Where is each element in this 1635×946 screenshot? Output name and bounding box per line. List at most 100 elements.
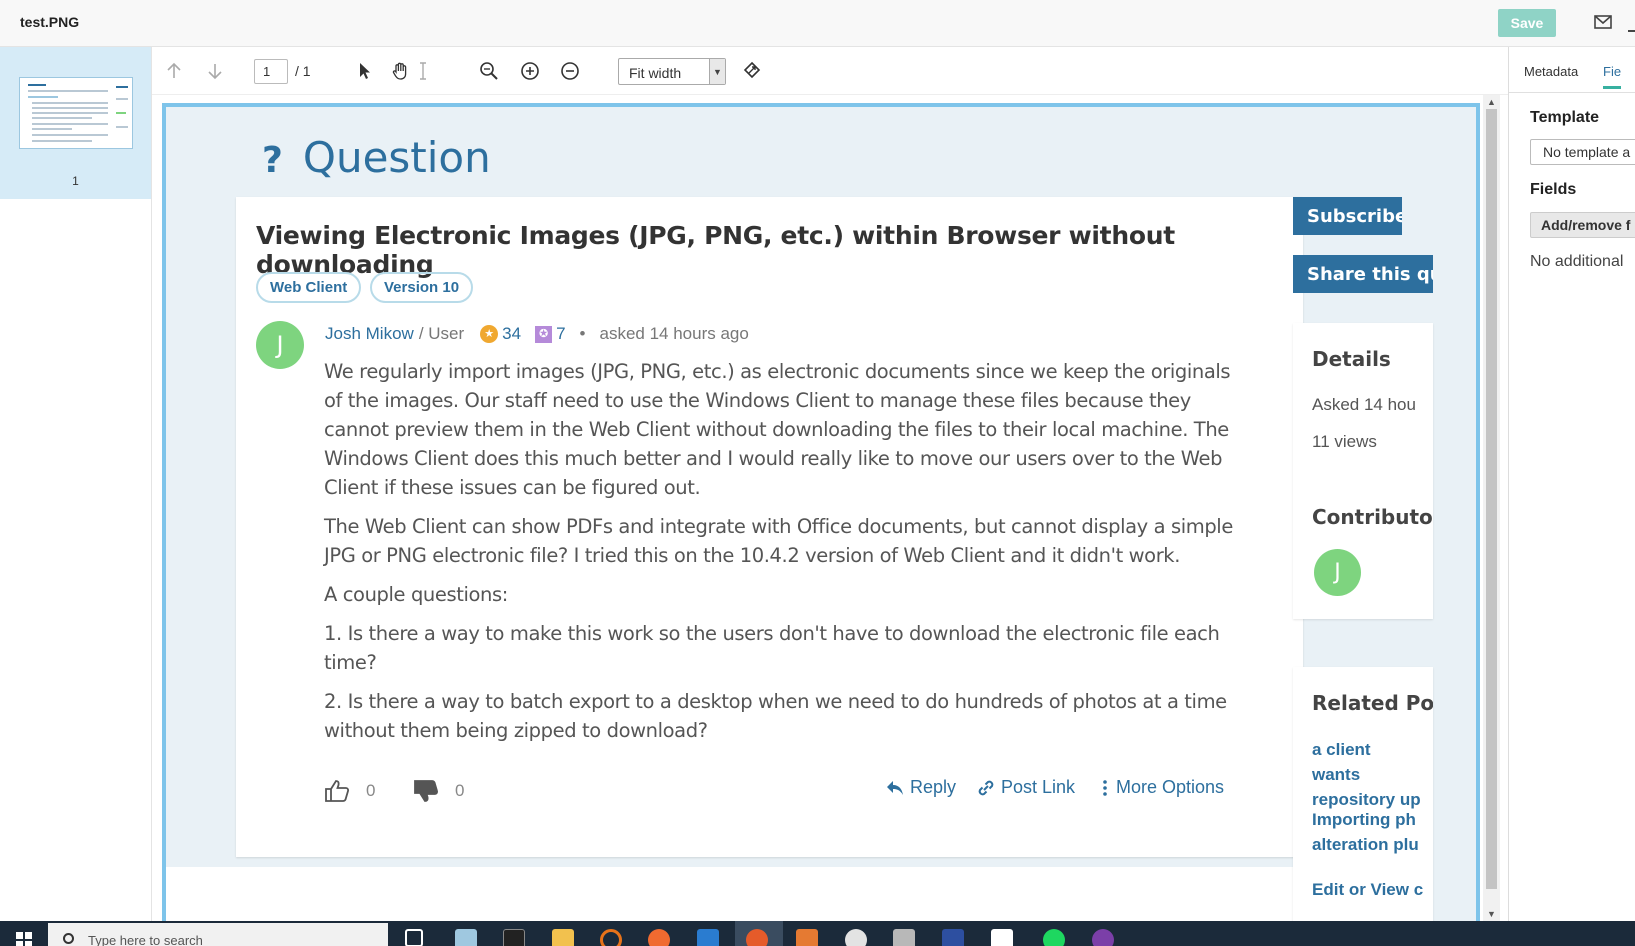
fields-label: Fields [1530,181,1577,198]
fields-empty-text: No additional [1530,253,1624,270]
search-icon [63,933,74,944]
post-link-button[interactable]: Post Link [977,777,1075,798]
os-taskbar: Type here to search [0,921,1635,946]
zoom-out-icon[interactable] [558,59,582,83]
thumbnail-page-1[interactable]: 1 [0,47,151,199]
firefox-icon[interactable] [746,929,768,946]
app-icon[interactable] [600,929,622,946]
page-heading: ? Question [262,133,491,182]
viewer-toolbar: / 1 Fit width ▼ [152,47,1508,95]
template-select[interactable]: No template a [1530,139,1635,165]
share-button[interactable]: Share this que [1293,255,1433,293]
reply-button[interactable]: Reply [886,777,956,798]
task-view-icon[interactable] [405,929,423,946]
subscribe-button[interactable]: Subscribe [1293,197,1402,235]
tag-version-10[interactable]: Version 10 [370,272,474,303]
related-post-link[interactable]: Importing ph alteration plu [1312,807,1424,857]
vertical-scrollbar[interactable]: ▲ ▼ [1483,95,1500,921]
scrollbar-thumb[interactable] [1486,109,1497,889]
question-mark-icon: ? [262,140,283,181]
asked-time: asked 14 hours ago [599,324,749,343]
body-paragraph: The Web Client can show PDFs and integra… [324,515,1233,567]
arrow-up-icon[interactable] [162,59,186,83]
reputation-star-icon: ★ [480,325,499,343]
template-label: Template [1530,109,1600,126]
overflow-icon[interactable] [1628,14,1635,32]
page-bottom-section [166,867,1293,921]
link-icon [978,780,994,795]
app-icon[interactable] [796,929,818,946]
thumbnail-page-number: 1 [72,174,79,188]
properties-tabs: Metadata Fie [1509,47,1635,93]
thumbnail-sidebar: 1 [0,47,152,921]
contributors-heading: Contributor [1312,505,1433,529]
more-options-label: More Options [1116,777,1225,797]
separator-dot: • [579,324,586,343]
scroll-up-icon[interactable]: ▲ [1483,95,1500,109]
badge-icon: ✪ [535,325,553,343]
app-window: test.PNG Save 1 1 / 1 Fit width ▼ ? Ques… [0,0,1635,946]
question-card: Viewing Electronic Images (JPG, PNG, etc… [236,197,1303,857]
upvote-count: 0 [366,781,376,800]
upvote-button[interactable]: 0 [324,779,375,803]
related-post-link[interactable]: a client wants repository up [1312,737,1422,812]
body-paragraph: A couple questions: [324,583,508,606]
page-total: / 1 [295,63,311,79]
app-icon[interactable] [893,929,915,946]
author-name-link[interactable]: Josh Mikow [325,324,414,344]
related-post-link[interactable]: Edit or View c [1312,877,1423,902]
author-line: Josh Mikow / User ★ 34 ✪ 7 • asked 14 ho… [325,324,749,344]
question-title: Viewing Electronic Images (JPG, PNG, etc… [256,221,1175,279]
app-icon[interactable] [1092,929,1114,946]
windows-start-icon[interactable] [16,932,32,946]
app-icon[interactable] [455,929,477,946]
thumbs-up-icon [325,780,350,802]
avatar[interactable]: J [256,321,304,369]
file-explorer-icon[interactable] [552,929,574,946]
tag-web-client[interactable]: Web Client [256,272,362,303]
reputation-count: 34 [502,324,522,343]
downvote-button[interactable]: 0 [413,779,464,803]
contributor-avatar[interactable]: J [1314,549,1361,596]
add-remove-fields-button[interactable]: Add/remove f [1530,212,1635,238]
mail-icon[interactable] [1594,14,1612,30]
page-number-input[interactable] [254,59,288,84]
more-options-button[interactable]: More Options [1100,777,1224,798]
tab-fields[interactable]: Fie [1603,64,1622,89]
tab-metadata[interactable]: Metadata [1524,64,1578,79]
details-asked: Asked 14 hou [1312,395,1416,414]
spotify-icon[interactable] [1043,929,1065,946]
body-paragraph: 2. Is there a way to batch export to a d… [324,690,1227,742]
pointer-tool-icon[interactable] [353,59,377,83]
text-select-icon[interactable] [411,59,435,83]
taskbar-search-placeholder: Type here to search [88,933,203,946]
page-heading-text: Question [302,133,491,182]
details-views: 11 views [1312,432,1377,451]
app-icon[interactable] [991,929,1013,946]
app-icon[interactable] [942,929,964,946]
document-title: test.PNG [20,14,80,30]
details-panel: Details Asked 14 hou 11 views Contributo… [1293,323,1433,619]
app-icon[interactable] [648,929,670,946]
app-icon[interactable] [845,929,867,946]
related-posts-panel: Related Pos a client wants repository up… [1293,667,1433,921]
properties-panel: Metadata Fie Template No template a Fiel… [1508,47,1635,921]
reply-icon [887,780,903,795]
terminal-icon[interactable] [503,929,525,946]
hand-tool-icon[interactable] [389,59,413,83]
zoom-select-value: Fit width [629,65,682,81]
scroll-down-icon[interactable]: ▼ [1483,907,1500,921]
zoom-in-icon[interactable] [518,59,542,83]
document-page: ? Question Viewing Electronic Images (JPG… [162,103,1480,921]
page-thumbnail-image [19,77,133,149]
arrow-down-icon[interactable] [203,59,227,83]
taskbar-search[interactable]: Type here to search [48,923,388,946]
thumbs-down-icon [414,780,439,802]
zoom-select[interactable]: Fit width ▼ [618,58,726,85]
zoom-search-icon[interactable] [477,59,501,83]
title-bar: test.PNG Save [0,0,1635,47]
body-paragraph: We regularly import images (JPG, PNG, et… [324,360,1231,499]
save-button[interactable]: Save [1498,9,1556,37]
vscode-icon[interactable] [697,929,719,946]
rotate-icon[interactable] [740,59,764,83]
